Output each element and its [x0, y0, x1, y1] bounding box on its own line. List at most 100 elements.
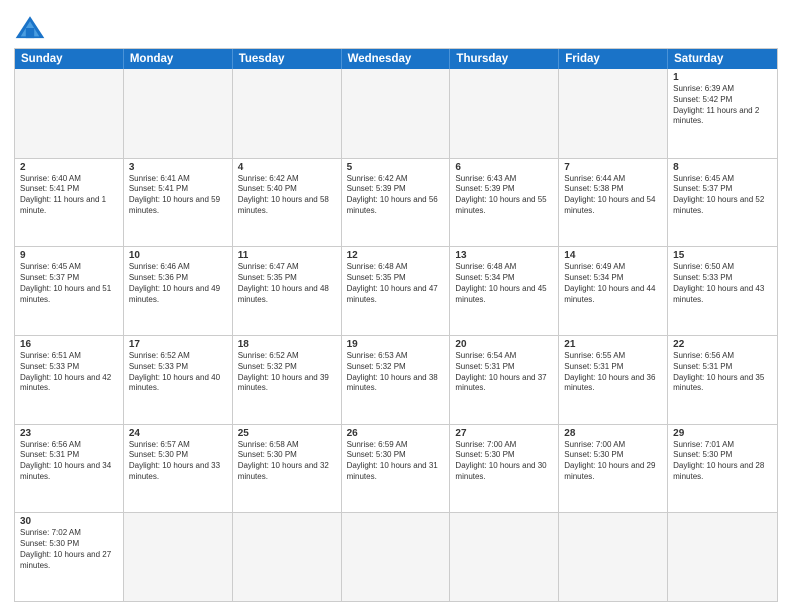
day-headers: SundayMondayTuesdayWednesdayThursdayFrid… — [15, 49, 777, 69]
day-cell: 1Sunrise: 6:39 AMSunset: 5:42 PMDaylight… — [668, 69, 777, 158]
day-cell: 9Sunrise: 6:45 AMSunset: 5:37 PMDaylight… — [15, 247, 124, 335]
day-number: 29 — [673, 428, 772, 439]
day-cell: 4Sunrise: 6:42 AMSunset: 5:40 PMDaylight… — [233, 159, 342, 247]
day-info: Sunrise: 6:42 AMSunset: 5:39 PMDaylight:… — [347, 174, 445, 217]
day-cell: 29Sunrise: 7:01 AMSunset: 5:30 PMDayligh… — [668, 425, 777, 513]
day-number: 12 — [347, 250, 445, 261]
day-cell — [450, 513, 559, 601]
day-number: 5 — [347, 162, 445, 173]
day-cell — [342, 513, 451, 601]
day-info: Sunrise: 7:00 AMSunset: 5:30 PMDaylight:… — [455, 440, 553, 483]
day-cell: 8Sunrise: 6:45 AMSunset: 5:37 PMDaylight… — [668, 159, 777, 247]
day-number: 23 — [20, 428, 118, 439]
day-number: 2 — [20, 162, 118, 173]
calendar: SundayMondayTuesdayWednesdayThursdayFrid… — [14, 48, 778, 602]
week-row-1: 2Sunrise: 6:40 AMSunset: 5:41 PMDaylight… — [15, 158, 777, 247]
day-cell — [124, 513, 233, 601]
day-number: 1 — [673, 72, 772, 83]
day-header-monday: Monday — [124, 49, 233, 69]
day-number: 13 — [455, 250, 553, 261]
day-cell: 2Sunrise: 6:40 AMSunset: 5:41 PMDaylight… — [15, 159, 124, 247]
day-info: Sunrise: 6:45 AMSunset: 5:37 PMDaylight:… — [20, 262, 118, 305]
day-cell: 10Sunrise: 6:46 AMSunset: 5:36 PMDayligh… — [124, 247, 233, 335]
day-info: Sunrise: 6:42 AMSunset: 5:40 PMDaylight:… — [238, 174, 336, 217]
day-cell — [233, 513, 342, 601]
calendar-grid: 1Sunrise: 6:39 AMSunset: 5:42 PMDaylight… — [15, 69, 777, 601]
day-number: 18 — [238, 339, 336, 350]
day-cell: 23Sunrise: 6:56 AMSunset: 5:31 PMDayligh… — [15, 425, 124, 513]
week-row-5: 30Sunrise: 7:02 AMSunset: 5:30 PMDayligh… — [15, 512, 777, 601]
day-number: 30 — [20, 516, 118, 527]
day-number: 6 — [455, 162, 553, 173]
day-info: Sunrise: 6:58 AMSunset: 5:30 PMDaylight:… — [238, 440, 336, 483]
day-number: 16 — [20, 339, 118, 350]
day-header-wednesday: Wednesday — [342, 49, 451, 69]
day-number: 27 — [455, 428, 553, 439]
day-cell — [668, 513, 777, 601]
day-cell: 30Sunrise: 7:02 AMSunset: 5:30 PMDayligh… — [15, 513, 124, 601]
day-cell — [559, 69, 668, 158]
day-cell: 5Sunrise: 6:42 AMSunset: 5:39 PMDaylight… — [342, 159, 451, 247]
day-number: 26 — [347, 428, 445, 439]
day-info: Sunrise: 6:44 AMSunset: 5:38 PMDaylight:… — [564, 174, 662, 217]
day-number: 19 — [347, 339, 445, 350]
day-info: Sunrise: 6:39 AMSunset: 5:42 PMDaylight:… — [673, 84, 772, 127]
day-number: 10 — [129, 250, 227, 261]
day-number: 20 — [455, 339, 553, 350]
day-info: Sunrise: 6:52 AMSunset: 5:33 PMDaylight:… — [129, 351, 227, 394]
day-info: Sunrise: 7:00 AMSunset: 5:30 PMDaylight:… — [564, 440, 662, 483]
day-info: Sunrise: 6:54 AMSunset: 5:31 PMDaylight:… — [455, 351, 553, 394]
day-cell: 13Sunrise: 6:48 AMSunset: 5:34 PMDayligh… — [450, 247, 559, 335]
day-cell: 24Sunrise: 6:57 AMSunset: 5:30 PMDayligh… — [124, 425, 233, 513]
day-cell — [342, 69, 451, 158]
day-info: Sunrise: 6:40 AMSunset: 5:41 PMDaylight:… — [20, 174, 118, 217]
day-cell: 26Sunrise: 6:59 AMSunset: 5:30 PMDayligh… — [342, 425, 451, 513]
day-info: Sunrise: 6:57 AMSunset: 5:30 PMDaylight:… — [129, 440, 227, 483]
day-cell — [559, 513, 668, 601]
day-cell: 12Sunrise: 6:48 AMSunset: 5:35 PMDayligh… — [342, 247, 451, 335]
day-header-thursday: Thursday — [450, 49, 559, 69]
page: SundayMondayTuesdayWednesdayThursdayFrid… — [0, 0, 792, 612]
header — [14, 10, 778, 42]
day-cell: 15Sunrise: 6:50 AMSunset: 5:33 PMDayligh… — [668, 247, 777, 335]
day-info: Sunrise: 6:45 AMSunset: 5:37 PMDaylight:… — [673, 174, 772, 217]
day-cell: 27Sunrise: 7:00 AMSunset: 5:30 PMDayligh… — [450, 425, 559, 513]
day-info: Sunrise: 6:47 AMSunset: 5:35 PMDaylight:… — [238, 262, 336, 305]
day-info: Sunrise: 6:48 AMSunset: 5:34 PMDaylight:… — [455, 262, 553, 305]
day-number: 4 — [238, 162, 336, 173]
week-row-0: 1Sunrise: 6:39 AMSunset: 5:42 PMDaylight… — [15, 69, 777, 158]
day-cell: 17Sunrise: 6:52 AMSunset: 5:33 PMDayligh… — [124, 336, 233, 424]
day-cell: 6Sunrise: 6:43 AMSunset: 5:39 PMDaylight… — [450, 159, 559, 247]
day-number: 25 — [238, 428, 336, 439]
day-info: Sunrise: 6:50 AMSunset: 5:33 PMDaylight:… — [673, 262, 772, 305]
day-cell: 14Sunrise: 6:49 AMSunset: 5:34 PMDayligh… — [559, 247, 668, 335]
day-cell: 18Sunrise: 6:52 AMSunset: 5:32 PMDayligh… — [233, 336, 342, 424]
day-number: 21 — [564, 339, 662, 350]
day-info: Sunrise: 6:52 AMSunset: 5:32 PMDaylight:… — [238, 351, 336, 394]
day-number: 14 — [564, 250, 662, 261]
day-number: 24 — [129, 428, 227, 439]
day-number: 7 — [564, 162, 662, 173]
day-cell — [450, 69, 559, 158]
day-cell: 19Sunrise: 6:53 AMSunset: 5:32 PMDayligh… — [342, 336, 451, 424]
day-number: 17 — [129, 339, 227, 350]
day-number: 8 — [673, 162, 772, 173]
day-info: Sunrise: 6:46 AMSunset: 5:36 PMDaylight:… — [129, 262, 227, 305]
day-cell: 7Sunrise: 6:44 AMSunset: 5:38 PMDaylight… — [559, 159, 668, 247]
day-info: Sunrise: 6:49 AMSunset: 5:34 PMDaylight:… — [564, 262, 662, 305]
day-info: Sunrise: 6:56 AMSunset: 5:31 PMDaylight:… — [673, 351, 772, 394]
day-cell — [233, 69, 342, 158]
logo-icon — [14, 14, 46, 42]
day-cell: 20Sunrise: 6:54 AMSunset: 5:31 PMDayligh… — [450, 336, 559, 424]
day-number: 11 — [238, 250, 336, 261]
day-cell — [124, 69, 233, 158]
week-row-3: 16Sunrise: 6:51 AMSunset: 5:33 PMDayligh… — [15, 335, 777, 424]
day-cell: 21Sunrise: 6:55 AMSunset: 5:31 PMDayligh… — [559, 336, 668, 424]
day-number: 22 — [673, 339, 772, 350]
day-number: 3 — [129, 162, 227, 173]
day-number: 9 — [20, 250, 118, 261]
day-info: Sunrise: 6:53 AMSunset: 5:32 PMDaylight:… — [347, 351, 445, 394]
day-header-tuesday: Tuesday — [233, 49, 342, 69]
day-info: Sunrise: 7:02 AMSunset: 5:30 PMDaylight:… — [20, 528, 118, 571]
day-info: Sunrise: 6:41 AMSunset: 5:41 PMDaylight:… — [129, 174, 227, 217]
